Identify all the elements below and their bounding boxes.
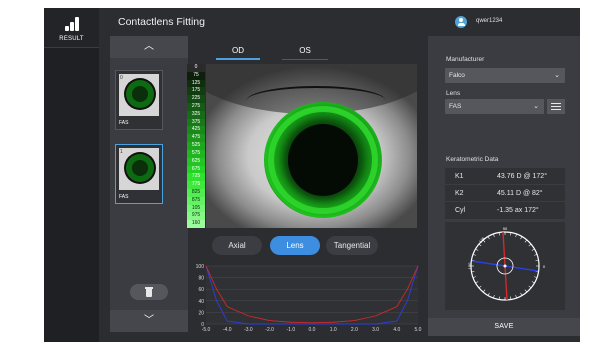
tab-os[interactable]: OS (282, 44, 328, 60)
keratometric-title: Keratometric Data (446, 156, 499, 163)
scale-item: 725 (187, 173, 205, 182)
eye-topography-image (206, 64, 417, 228)
lens-label: Lens (446, 90, 461, 97)
x-tick-label: 3.0 (372, 327, 379, 333)
lens-options-button[interactable] (547, 99, 565, 114)
scale-item: 75 (187, 71, 205, 80)
manufacturer-select[interactable]: Falco ⌄ (445, 68, 565, 83)
scale-item: 225 (187, 95, 205, 104)
y-tick-label: 60 (198, 287, 204, 293)
chevron-down-icon: ⌄ (554, 72, 560, 79)
dial-label-180: 180 (467, 262, 472, 269)
keratometric-table: K1 43.76 D @ 172° K2 45.11 D @ 82° Cyl -… (445, 168, 565, 219)
eye-thumbnail-image: 0 (119, 74, 159, 116)
result-label: RESULT (59, 36, 84, 42)
dial-label-0: 0 (543, 264, 546, 269)
view-tangential-button[interactable]: Tangential (326, 236, 378, 255)
scale-item: 525 (187, 142, 205, 150)
scale-item: 425 (187, 126, 205, 135)
scale-item: 105 (187, 204, 205, 213)
manufacturer-label: Manufacturer (446, 56, 485, 63)
y-tick-label: 40 (198, 299, 204, 305)
scale-item: 0 (187, 64, 205, 72)
table-row: K1 43.76 D @ 172° (445, 168, 565, 185)
lens-select[interactable]: FAS ⌄ (445, 99, 544, 114)
dial-label-90: 90 (503, 226, 508, 231)
header: Contactlens Fitting qwer1234 (99, 8, 580, 38)
scale-item: 575 (187, 149, 205, 158)
x-tick-label: 1.0 (330, 327, 337, 333)
x-tick-label: -2.0 (265, 327, 274, 333)
table-row: K2 45.11 D @ 82° (445, 185, 565, 202)
thumbnail-number: 0 (120, 75, 123, 81)
view-axial-button[interactable]: Axial (212, 236, 262, 255)
view-lens-button[interactable]: Lens (270, 236, 320, 255)
axis-dial-graphic: 90 0 180 135 (467, 226, 546, 301)
y-tick-label: 100 (196, 264, 205, 270)
thumbnail-label: FAS (119, 194, 129, 200)
scale-item: 975 (187, 212, 205, 221)
lens-value: FAS (449, 103, 462, 110)
scale-item: 625 (187, 157, 205, 166)
scale-item: 175 (187, 87, 205, 96)
scale-item: 675 (187, 165, 205, 174)
axis-dial: 90 0 180 135 (445, 222, 565, 310)
plot-area (206, 266, 418, 324)
x-tick-label: 2.0 (351, 327, 358, 333)
scale-item: 875 (187, 196, 205, 205)
tab-od[interactable]: OD (216, 44, 260, 60)
scale-item: 825 (187, 188, 205, 197)
scale-item: 375 (187, 118, 205, 127)
chevron-down-icon: ⌄ (533, 103, 539, 110)
scale-item: 160 (187, 220, 205, 228)
thumbnail-label: FAS (119, 120, 129, 126)
y-tick-label: 80 (198, 276, 204, 282)
x-tick-label: -5.0 (202, 327, 211, 333)
manufacturer-value: Falco (449, 72, 465, 79)
user-name[interactable]: qwer1234 (476, 18, 502, 24)
dial-label-135: 135 (478, 235, 487, 244)
bar-chart-icon (65, 17, 79, 31)
scale-item: 275 (187, 103, 205, 111)
scale-item: 125 (187, 79, 205, 88)
y-tick-label: 20 (198, 310, 204, 316)
pupil (288, 124, 358, 196)
scroll-up-button[interactable]: ︿ (110, 36, 188, 58)
eye-thumbnail-image: 1 (119, 148, 159, 190)
page-title: Contactlens Fitting (118, 16, 205, 28)
x-tick-label: -4.0 (223, 327, 232, 333)
thumbnail-column: ︿ 0 FAS 1 FAS ﹀ (110, 36, 188, 332)
x-tick-label: 0.0 (309, 327, 316, 333)
left-rail: RESULT (44, 8, 99, 342)
thumbnail-item-selected[interactable]: 1 FAS (115, 144, 163, 204)
x-tick-label: 5.0 (415, 327, 422, 333)
scale-item: 475 (187, 134, 205, 143)
x-tick-label: 4.0 (393, 327, 400, 333)
thumbnail-item[interactable]: 0 FAS (115, 70, 163, 130)
scale-item: 775 (187, 181, 205, 189)
x-tick-label: -1.0 (286, 327, 295, 333)
color-scale-legend: 0 75 125 175 225 275 325 375 425 475 525 575 625 675 7… (187, 64, 205, 228)
scroll-down-button[interactable]: ﹀ (110, 310, 188, 332)
thumbnail-number: 1 (120, 149, 123, 155)
x-tick-label: -3.0 (244, 327, 253, 333)
user-avatar-icon[interactable] (455, 16, 467, 28)
scale-item: 325 (187, 110, 205, 119)
result-nav-button[interactable]: RESULT (44, 8, 99, 48)
table-row: Cyl -1.35 ax 172° (455, 207, 539, 214)
profile-chart: 020406080100-5.0 -4.0 -3.0 -2.0 -1.0 0.0 1.0 2.… (196, 264, 422, 333)
delete-button[interactable] (130, 284, 168, 300)
save-button[interactable]: SAVE (428, 318, 580, 336)
